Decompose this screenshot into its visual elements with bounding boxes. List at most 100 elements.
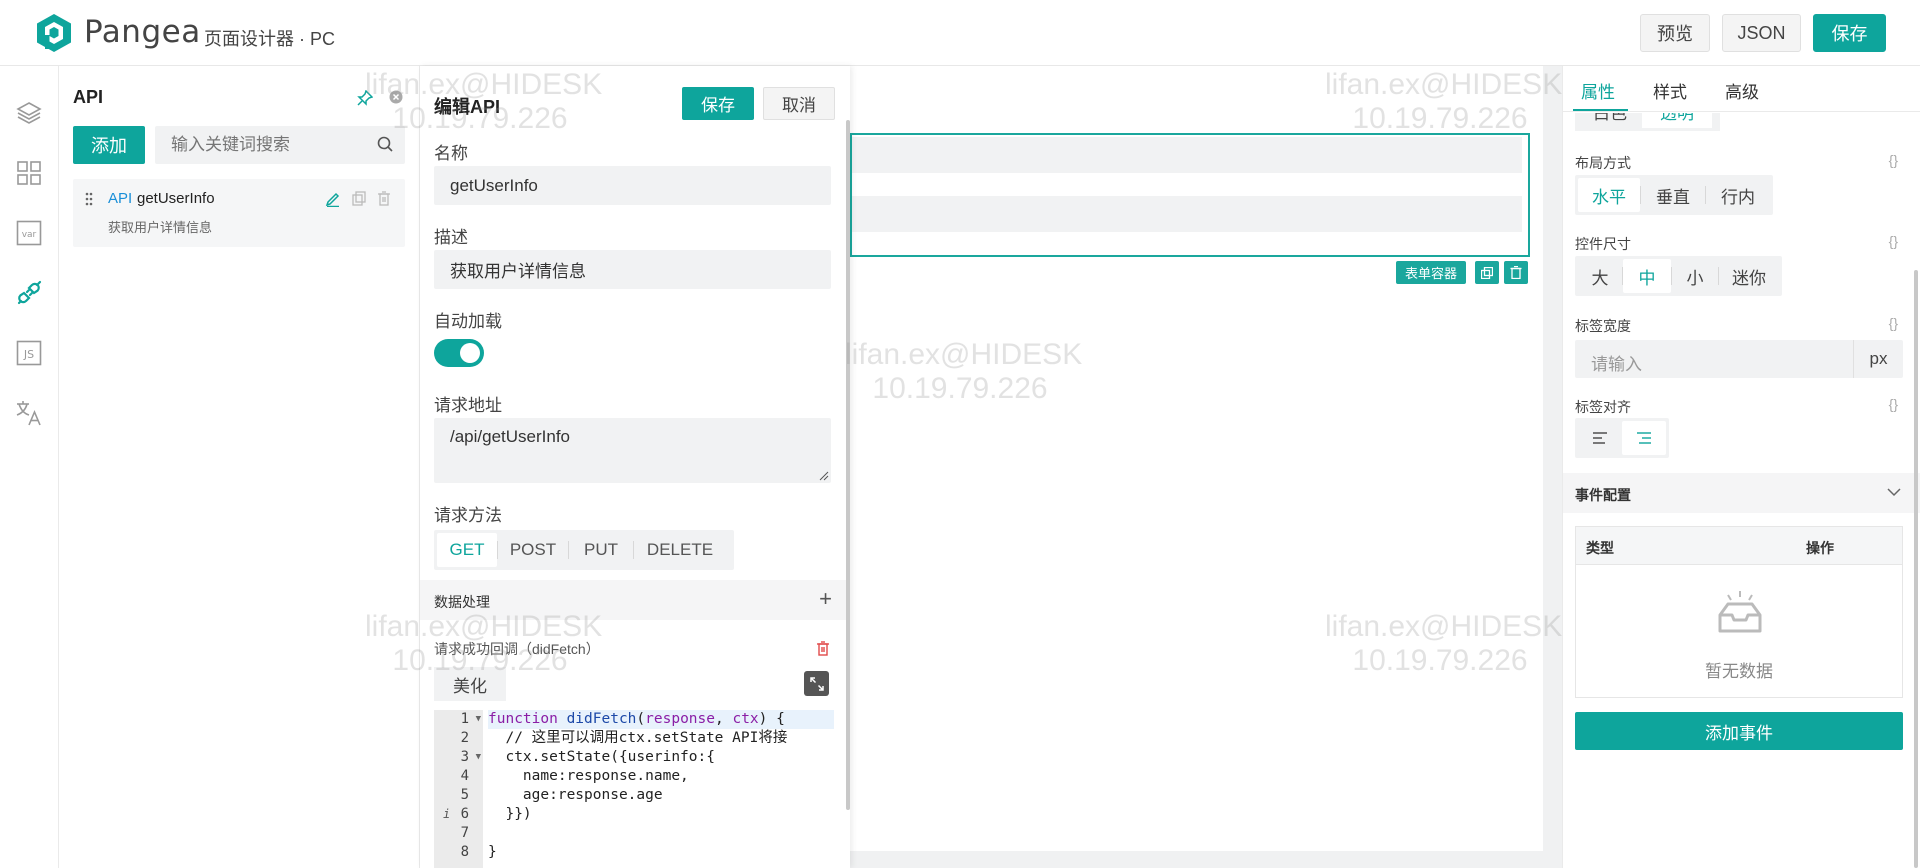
size-large[interactable]: 大: [1578, 259, 1622, 293]
form-container-tag[interactable]: 表单容器: [1396, 261, 1467, 284]
unit-suffix: px: [1853, 340, 1903, 378]
layout-vertical[interactable]: 垂直: [1641, 178, 1705, 212]
tab-advanced[interactable]: 高级: [1725, 78, 1759, 103]
tab-style[interactable]: 样式: [1653, 78, 1687, 103]
delete-icon[interactable]: [377, 191, 391, 211]
method-post[interactable]: POST: [498, 533, 568, 567]
name-field[interactable]: getUserInfo: [434, 166, 831, 205]
empty-inbox-icon: [1718, 591, 1762, 633]
toggle-knob: [460, 343, 480, 363]
form-item-placeholder[interactable]: [852, 137, 1522, 173]
column-type: 类型: [1586, 540, 1614, 556]
callback-title: 请求成功回调（didFetch）: [434, 641, 600, 657]
data-processing-title: 数据处理: [434, 594, 490, 610]
api-list-item[interactable]: API getUserInfo 获取用户详情信息: [73, 179, 405, 247]
js-icon-label: JS: [23, 348, 34, 361]
top-bar: Pangea 页面设计器 · PC 预览 JSON 保存: [0, 0, 1920, 66]
code-line: }}): [488, 806, 532, 822]
chevron-down-icon[interactable]: [1887, 488, 1901, 497]
components-grid-icon[interactable]: [14, 158, 44, 188]
url-label: 请求地址: [434, 396, 502, 415]
add-api-button[interactable]: 添加: [73, 126, 145, 164]
label-width-input[interactable]: 请输入 px: [1575, 340, 1903, 378]
expression-binding-icon[interactable]: {}: [1889, 233, 1898, 249]
layout-horizontal[interactable]: 水平: [1578, 178, 1640, 212]
json-button[interactable]: JSON: [1722, 14, 1801, 52]
fullscreen-icon[interactable]: [804, 671, 829, 696]
line-number: i6: [443, 806, 469, 822]
js-icon[interactable]: JS: [14, 338, 44, 368]
bg-option-transparent[interactable]: 透明: [1642, 113, 1712, 128]
events-table: 类型 操作 暂无数据: [1575, 526, 1903, 698]
line-number: 4: [460, 768, 469, 784]
expression-binding-icon[interactable]: {}: [1889, 315, 1898, 331]
save-page-button[interactable]: 保存: [1813, 14, 1886, 52]
edit-panel-scrollbar[interactable]: [846, 120, 850, 810]
add-handler-icon[interactable]: +: [819, 586, 832, 612]
copy-icon[interactable]: [352, 191, 366, 211]
method-delete[interactable]: DELETE: [634, 533, 726, 567]
expression-binding-icon[interactable]: {}: [1889, 396, 1898, 412]
variables-icon[interactable]: var: [14, 218, 44, 248]
api-search-box: [155, 126, 405, 164]
search-icon[interactable]: [377, 136, 393, 157]
active-tab-indicator: [1573, 109, 1628, 111]
expression-binding-icon[interactable]: {}: [1889, 152, 1898, 168]
align-left-icon[interactable]: [1578, 421, 1622, 455]
translate-icon[interactable]: [14, 398, 44, 428]
resize-handle-icon[interactable]: [819, 471, 829, 481]
form-item-placeholder[interactable]: [852, 196, 1522, 232]
event-config-title: 事件配置: [1575, 487, 1631, 503]
method-put[interactable]: PUT: [569, 533, 633, 567]
preview-button[interactable]: 预览: [1640, 14, 1710, 52]
close-panel-icon[interactable]: [389, 90, 403, 109]
api-item-tag: API: [108, 190, 133, 207]
copy-component-icon[interactable]: [1475, 261, 1499, 284]
code-line: ctx.setState({userinfo:{: [488, 749, 715, 765]
method-get[interactable]: GET: [437, 533, 497, 567]
info-icon: i: [443, 807, 451, 821]
size-mini[interactable]: 迷你: [1719, 259, 1779, 293]
label-align-selector: [1575, 418, 1669, 458]
add-event-button[interactable]: 添加事件: [1575, 712, 1903, 750]
layout-inline[interactable]: 行内: [1706, 178, 1770, 212]
description-field[interactable]: 获取用户详情信息: [434, 250, 831, 289]
brand-name: Pangea: [84, 14, 201, 50]
cancel-button[interactable]: 取消: [763, 87, 835, 120]
drag-handle-icon[interactable]: [85, 192, 93, 211]
url-textarea[interactable]: /api/getUserInfo: [434, 418, 831, 483]
autoload-toggle[interactable]: [434, 339, 484, 367]
delete-component-icon[interactable]: [1504, 261, 1528, 284]
align-right-icon[interactable]: [1622, 421, 1666, 455]
api-plug-icon[interactable]: [14, 278, 44, 308]
pin-icon[interactable]: [357, 89, 374, 111]
form-container[interactable]: [850, 133, 1530, 257]
edit-api-panel: 编辑API 保存 取消 名称 getUserInfo 描述 获取用户详情信息 自…: [420, 66, 850, 868]
delete-callback-icon[interactable]: [816, 641, 830, 661]
size-selector: 大 中 小 迷你: [1575, 256, 1782, 296]
size-small[interactable]: 小: [1672, 259, 1718, 293]
empty-state-text: 暂无数据: [1705, 662, 1773, 681]
api-search-input[interactable]: [155, 126, 355, 164]
code-line: }: [488, 844, 497, 860]
method-label: 请求方法: [434, 506, 502, 525]
size-medium[interactable]: 中: [1623, 259, 1671, 293]
tab-properties[interactable]: 属性: [1581, 78, 1615, 103]
label-width-label: 标签宽度: [1575, 318, 1631, 334]
event-config-section[interactable]: 事件配置: [1563, 473, 1920, 513]
edit-api-title: 编辑API: [434, 97, 501, 117]
code-editor[interactable]: 1 ▼ 2 3 ▼ 4 5 i6 7 8 function didFetch(res…: [434, 710, 834, 868]
layout-label: 布局方式: [1575, 155, 1631, 171]
bg-option-white[interactable]: 白色: [1578, 113, 1642, 128]
properties-scrollbar[interactable]: [1914, 270, 1918, 868]
save-api-button[interactable]: 保存: [682, 87, 754, 120]
code-line: name:response.name,: [488, 768, 689, 784]
beautify-button[interactable]: 美化: [434, 667, 506, 701]
line-number: 8: [460, 844, 469, 860]
pangea-logo-icon: [37, 14, 71, 52]
properties-panel: 属性 样式 高级 白色 透明 布局方式 {} 水平 垂直 行内 控件尺寸 {} …: [1562, 66, 1920, 868]
line-number: 2: [460, 730, 469, 746]
layers-icon[interactable]: [14, 98, 44, 128]
edit-icon[interactable]: [325, 191, 341, 212]
